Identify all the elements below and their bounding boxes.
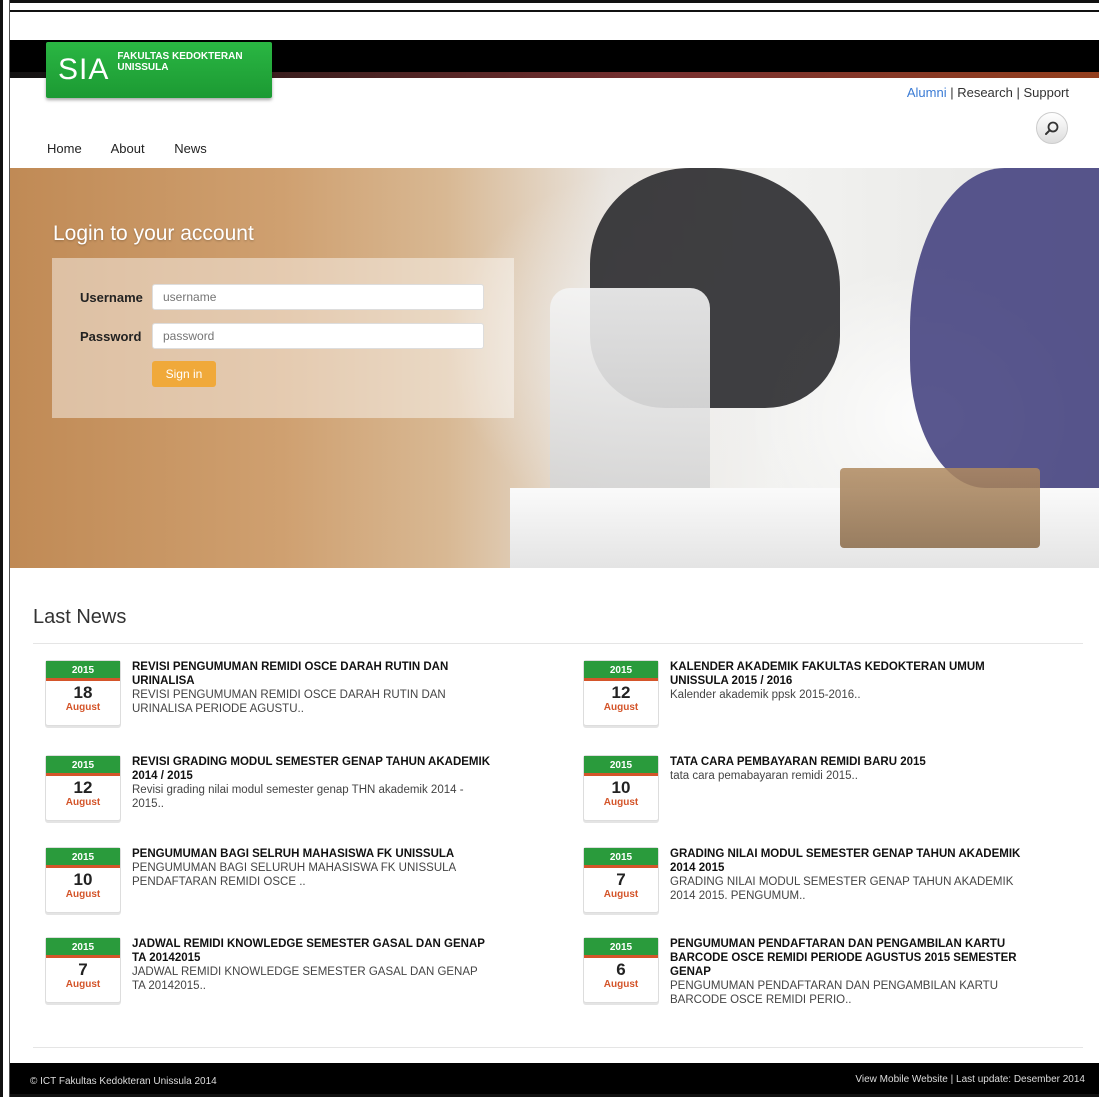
news-item[interactable]: 2015 18 August REVISI PENGUMUMAN REMIDI … <box>45 660 535 750</box>
date-year: 2015 <box>46 756 120 776</box>
sign-in-button[interactable]: Sign in <box>152 361 216 387</box>
search-icon <box>1045 121 1059 135</box>
date-day: 6 <box>616 960 626 979</box>
date-day: 7 <box>616 870 626 889</box>
date-badge: 2015 7 August <box>583 847 659 913</box>
date-year: 2015 <box>46 661 120 681</box>
nav-home[interactable]: Home <box>47 141 82 156</box>
logo-text: SIA <box>58 53 110 86</box>
password-input[interactable] <box>152 323 484 349</box>
news-summary: Kalender akademik ppsk 2015-2016.. <box>670 689 861 701</box>
news-summary: GRADING NILAI MODUL SEMESTER GENAP TAHUN… <box>670 876 1014 902</box>
window-frame-left <box>0 0 10 1097</box>
date-badge: 2015 10 August <box>45 847 121 913</box>
top-links: Alumni | Research | Support <box>907 85 1069 100</box>
link-separator: | <box>946 85 958 100</box>
date-month: August <box>603 979 639 990</box>
footer-copyright: © ICT Fakultas Kedokteran Unissula 2014 <box>30 1076 217 1087</box>
news-title[interactable]: REVISI PENGUMUMAN REMIDI OSCE DARAH RUTI… <box>132 660 492 716</box>
news-title[interactable]: TATA CARA PEMBAYARAN REMIDI BARU 2015 ta… <box>670 755 1030 783</box>
news-title-text: TATA CARA PEMBAYARAN REMIDI BARU 2015 <box>670 756 926 768</box>
nav-about[interactable]: About <box>111 141 145 156</box>
hero-photo-test-tube-rack <box>840 468 1040 548</box>
news-title-text: PENGUMUMAN BAGI SELRUH MAHASISWA FK UNIS… <box>132 848 455 860</box>
site-logo[interactable]: SIA FAKULTAS KEDOKTERAN UNISSULA <box>46 42 272 98</box>
date-badge: 2015 10 August <box>583 755 659 821</box>
date-day: 10 <box>611 778 631 797</box>
news-item[interactable]: 2015 10 August TATA CARA PEMBAYARAN REMI… <box>583 755 1073 845</box>
date-badge: 2015 6 August <box>583 937 659 1003</box>
news-title-text: JADWAL REMIDI KNOWLEDGE SEMESTER GASAL D… <box>132 938 485 964</box>
date-month: August <box>603 797 639 808</box>
news-item[interactable]: 2015 6 August PENGUMUMAN PENDAFTARAN DAN… <box>583 937 1073 1027</box>
nav-news[interactable]: News <box>174 141 207 156</box>
date-badge: 2015 7 August <box>45 937 121 1003</box>
link-research[interactable]: Research <box>957 85 1013 100</box>
main-nav: Home About News <box>47 141 233 156</box>
news-title[interactable]: GRADING NILAI MODUL SEMESTER GENAP TAHUN… <box>670 847 1030 903</box>
date-day: 12 <box>73 778 93 797</box>
news-title-text: KALENDER AKADEMIK FAKULTAS KEDOKTERAN UM… <box>670 661 985 687</box>
news-summary: REVISI PENGUMUMAN REMIDI OSCE DARAH RUTI… <box>132 689 446 715</box>
last-news-title: Last News <box>33 606 127 628</box>
hero-photo-person-2 <box>910 168 1099 488</box>
footer: © ICT Fakultas Kedokteran Unissula 2014 … <box>10 1063 1099 1097</box>
link-support[interactable]: Support <box>1023 85 1069 100</box>
date-day: 10 <box>73 870 93 889</box>
news-title-text: GRADING NILAI MODUL SEMESTER GENAP TAHUN… <box>670 848 1021 874</box>
date-year: 2015 <box>584 848 658 868</box>
logo-subtitle-line-1: FAKULTAS KEDOKTERAN <box>117 51 243 62</box>
divider <box>33 643 1083 644</box>
link-alumni[interactable]: Alumni <box>907 85 947 100</box>
news-title[interactable]: JADWAL REMIDI KNOWLEDGE SEMESTER GASAL D… <box>132 937 492 993</box>
divider <box>33 1047 1083 1048</box>
date-year: 2015 <box>584 756 658 776</box>
date-month: August <box>65 702 101 713</box>
username-input[interactable] <box>152 284 484 310</box>
date-year: 2015 <box>46 938 120 958</box>
date-day: 7 <box>78 960 88 979</box>
news-title-text: REVISI PENGUMUMAN REMIDI OSCE DARAH RUTI… <box>132 661 449 687</box>
footer-links[interactable]: View Mobile Website | Last update: Desem… <box>855 1074 1085 1085</box>
date-month: August <box>65 889 101 900</box>
news-item[interactable]: 2015 12 August KALENDER AKADEMIK FAKULTA… <box>583 660 1073 750</box>
news-title[interactable]: PENGUMUMAN PENDAFTARAN DAN PENGAMBILAN K… <box>670 937 1030 1007</box>
date-month: August <box>603 702 639 713</box>
news-title-text: REVISI GRADING MODUL SEMESTER GENAP TAHU… <box>132 756 491 782</box>
date-day: 18 <box>73 683 93 702</box>
date-year: 2015 <box>584 938 658 958</box>
news-title[interactable]: KALENDER AKADEMIK FAKULTAS KEDOKTERAN UM… <box>670 660 1030 702</box>
news-summary: Revisi grading nilai modul semester gena… <box>132 784 464 810</box>
news-summary: JADWAL REMIDI KNOWLEDGE SEMESTER GASAL D… <box>132 966 478 992</box>
date-badge: 2015 12 August <box>583 660 659 726</box>
news-title-text: PENGUMUMAN PENDAFTARAN DAN PENGAMBILAN K… <box>670 938 1017 978</box>
news-summary: PENGUMUMAN BAGI SELURUH MAHASISWA FK UNI… <box>132 862 456 888</box>
date-day: 12 <box>611 683 631 702</box>
logo-subtitle-line-2: UNISSULA <box>117 62 169 73</box>
password-label: Password <box>80 329 142 344</box>
date-year: 2015 <box>46 848 120 868</box>
news-summary: PENGUMUMAN PENDAFTARAN DAN PENGAMBILAN K… <box>670 980 999 1006</box>
username-label: Username <box>80 290 143 305</box>
window-frame-top <box>0 0 1099 12</box>
news-title[interactable]: REVISI GRADING MODUL SEMESTER GENAP TAHU… <box>132 755 492 811</box>
login-title: Login to your account <box>53 222 254 245</box>
news-item[interactable]: 2015 10 August PENGUMUMAN BAGI SELRUH MA… <box>45 847 535 937</box>
date-badge: 2015 12 August <box>45 755 121 821</box>
date-month: August <box>603 889 639 900</box>
news-title[interactable]: PENGUMUMAN BAGI SELRUH MAHASISWA FK UNIS… <box>132 847 492 889</box>
date-year: 2015 <box>584 661 658 681</box>
date-month: August <box>65 979 101 990</box>
date-month: August <box>65 797 101 808</box>
news-item[interactable]: 2015 12 August REVISI GRADING MODUL SEME… <box>45 755 535 845</box>
logo-subtitle: FAKULTAS KEDOKTERAN UNISSULA <box>117 51 242 73</box>
date-badge: 2015 18 August <box>45 660 121 726</box>
search-button[interactable] <box>1036 112 1068 144</box>
news-item[interactable]: 2015 7 August JADWAL REMIDI KNOWLEDGE SE… <box>45 937 535 1027</box>
news-item[interactable]: 2015 7 August GRADING NILAI MODUL SEMEST… <box>583 847 1073 937</box>
link-separator: | <box>1012 85 1024 100</box>
news-summary: tata cara pemabayaran remidi 2015.. <box>670 770 858 782</box>
